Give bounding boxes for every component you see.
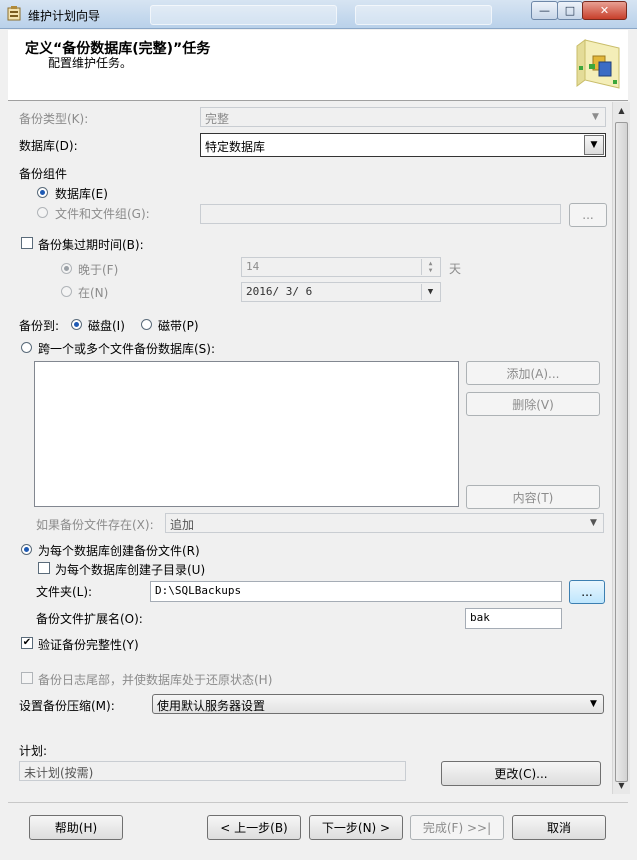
database-label: 数据库(D): (19, 139, 78, 153)
expire-date-value: 2016/ 3/ 6 (246, 285, 313, 298)
files-component-label: 文件和文件组(G): (55, 207, 150, 221)
files-browse-button: ... (569, 203, 607, 227)
scrollbar-thumb[interactable] (615, 122, 628, 782)
tail-log-label: 备份日志尾部，并使数据库处于还原状态(H) (38, 673, 273, 687)
database-component-radio[interactable] (37, 187, 48, 198)
page-subtitle: 配置维护任务。 (48, 56, 133, 70)
expire-on-label: 在(N) (78, 286, 109, 300)
compression-label: 设置备份压缩(M): (19, 699, 115, 713)
app-icon (7, 6, 21, 21)
backup-files-list[interactable] (34, 361, 459, 507)
expire-days-value: 14 (246, 260, 260, 273)
compression-value: 使用默认服务器设置 (157, 699, 266, 713)
disk-radio[interactable] (71, 319, 82, 330)
expire-on-radio (61, 286, 72, 297)
span-files-radio[interactable] (21, 342, 32, 353)
backup-type-select: 完整 ▼ (200, 107, 606, 127)
per-database-radio[interactable] (21, 544, 32, 555)
expire-after-radio (61, 263, 72, 274)
change-schedule-button[interactable]: 更改(C)... (441, 761, 601, 786)
extension-input[interactable]: bak (465, 608, 562, 629)
folder-browse-button[interactable]: ... (569, 580, 605, 604)
files-field (200, 204, 561, 224)
chevron-down-icon[interactable]: ▼ (585, 696, 602, 712)
window-titlebar[interactable]: 维护计划向导 — □ ✕ (0, 0, 637, 29)
expire-label[interactable]: 备份集过期时间(B): (38, 236, 144, 253)
if-exists-value: 追加 (170, 518, 195, 532)
days-unit: 天 (449, 262, 462, 276)
wizard-icon (573, 36, 623, 94)
tail-log-checkbox (21, 672, 33, 684)
backup-component-label: 备份组件 (19, 167, 68, 181)
chevron-down-icon: ▼ (590, 518, 597, 528)
backup-type-label: 备份类型(K): (19, 112, 89, 126)
close-button[interactable]: ✕ (582, 1, 627, 20)
folder-value: D:\SQLBackups (155, 584, 242, 597)
expire-after-label: 晚于(F) (78, 263, 119, 277)
span-files-label[interactable]: 跨一个或多个文件备份数据库(S): (38, 340, 215, 357)
database-component-label[interactable]: 数据库(E) (55, 185, 108, 202)
schedule-value: 未计划(按需) (24, 766, 94, 780)
background-window-tab (355, 5, 492, 25)
files-component-radio (37, 207, 48, 218)
window-title: 维护计划向导 (28, 9, 101, 23)
next-button[interactable]: 下一步(N) > (309, 815, 403, 840)
schedule-field: 未计划(按需) (19, 761, 406, 781)
chevron-down-icon[interactable]: ▼ (584, 135, 604, 155)
scroll-down-icon[interactable]: ▼ (613, 777, 630, 794)
chevron-down-icon: ▼ (592, 112, 599, 122)
scroll-up-icon[interactable]: ▲ (613, 102, 630, 119)
back-button[interactable]: < 上一步(B) (207, 815, 301, 840)
schedule-label: 计划: (19, 744, 48, 758)
remove-file-button: 删除(V) (466, 392, 600, 416)
per-database-label[interactable]: 为每个数据库创建备份文件(R) (38, 542, 200, 559)
folder-input[interactable]: D:\SQLBackups (150, 581, 562, 602)
disk-label[interactable]: 磁盘(I) (88, 317, 125, 334)
minimize-button[interactable]: — (531, 1, 558, 20)
help-button[interactable]: 帮助(H) (29, 815, 123, 840)
wizard-header: 定义“备份数据库(完整)”任务 配置维护任务。 (8, 30, 628, 101)
cancel-button[interactable]: 取消 (512, 815, 606, 840)
expire-date-picker: 2016/ 3/ 6 ▼ (241, 282, 441, 302)
tape-radio[interactable] (141, 319, 152, 330)
verify-checkbox[interactable]: ✔ (21, 637, 33, 649)
if-exists-label: 如果备份文件存在(X): (36, 518, 154, 532)
folder-label: 文件夹(L): (36, 585, 93, 599)
tape-label[interactable]: 磁带(P) (158, 317, 199, 334)
expire-days-spinner: 14 ▲ ▼ (241, 257, 441, 277)
spinner-arrows-icon: ▲ ▼ (421, 259, 439, 275)
vertical-scrollbar[interactable]: ▲ ▼ (612, 102, 630, 794)
footer-divider (8, 802, 628, 803)
maximize-button[interactable]: □ (557, 1, 583, 20)
compression-select[interactable]: 使用默认服务器设置 ▼ (152, 694, 604, 714)
database-value: 特定数据库 (205, 140, 266, 154)
contents-button: 内容(T) (466, 485, 600, 509)
verify-label[interactable]: 验证备份完整性(Y) (38, 636, 139, 653)
subdir-checkbox[interactable] (38, 562, 50, 574)
backup-to-label: 备份到: (19, 319, 60, 333)
extension-label: 备份文件扩展名(O): (36, 612, 143, 626)
finish-button: 完成(F) >>| (410, 815, 504, 840)
backup-type-value: 完整 (205, 112, 230, 126)
expire-checkbox[interactable] (21, 237, 33, 249)
calendar-dropdown-icon: ▼ (421, 284, 439, 300)
database-select[interactable]: 特定数据库 ▼ (200, 133, 606, 157)
subdir-label[interactable]: 为每个数据库创建子目录(U) (55, 561, 205, 578)
if-exists-select: 追加 ▼ (165, 513, 604, 533)
extension-value: bak (470, 611, 490, 624)
add-file-button: 添加(A)... (466, 361, 600, 385)
background-window-tab (150, 5, 337, 25)
